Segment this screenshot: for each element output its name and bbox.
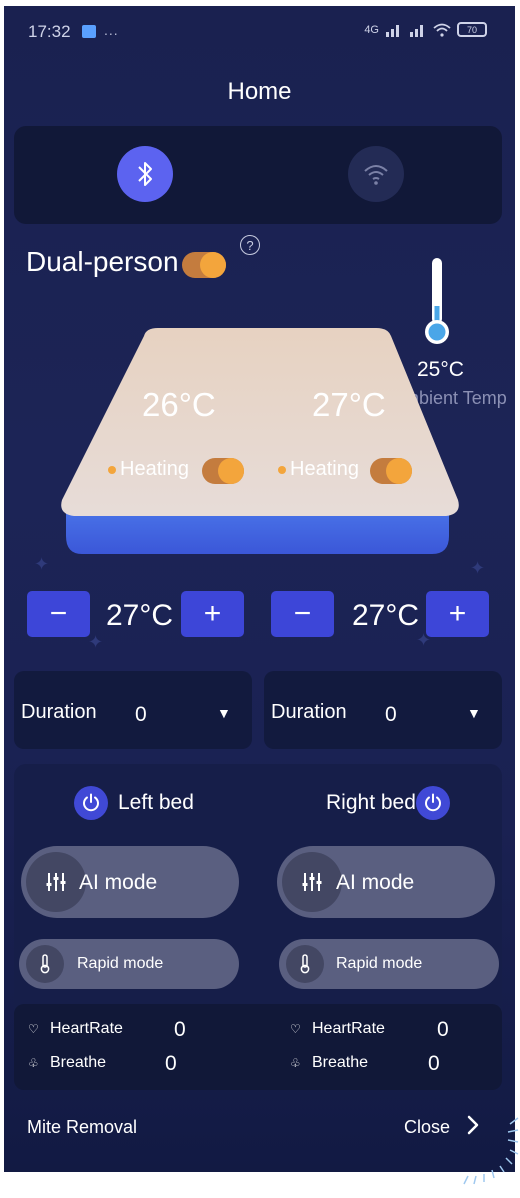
network-type: 4G xyxy=(364,23,379,36)
mite-removal-label: Mite Removal xyxy=(27,1117,138,1137)
star-decoration: ✦ xyxy=(470,558,486,578)
bluetooth-button[interactable] xyxy=(117,146,173,202)
duration-value: 0 xyxy=(135,703,147,726)
duration-label: Duration xyxy=(21,701,97,723)
duration-value: 0 xyxy=(385,703,397,726)
page-title: Home xyxy=(227,78,292,105)
left-heartrate-label: HeartRate xyxy=(50,1020,123,1037)
status-indicators: 4G 70 xyxy=(364,22,487,37)
thermometer-small-icon xyxy=(286,945,324,983)
right-bed-label: Right bed xyxy=(326,791,416,814)
caret-down-icon: ▼ xyxy=(467,705,481,721)
toggle-knob xyxy=(218,458,244,484)
star-decoration: ✦ xyxy=(88,632,104,652)
right-duration-select[interactable]: Duration 0 ▼ xyxy=(264,671,502,749)
battery-icon: 70 xyxy=(457,22,487,37)
toggle-knob xyxy=(200,252,226,278)
right-heating-toggle[interactable] xyxy=(370,458,412,484)
left-heartrate-value: 0 xyxy=(174,1018,186,1041)
lungs-icon: ♧ xyxy=(28,1056,39,1070)
left-target-temp: 27°C xyxy=(106,599,174,632)
right-rapid-mode-label: Rapid mode xyxy=(336,955,423,972)
left-temp-plus-button[interactable]: + xyxy=(181,591,244,637)
left-heating-label: Heating xyxy=(120,458,189,480)
star-decoration: ✦ xyxy=(34,554,50,574)
signal-icon xyxy=(386,24,399,37)
app-screen: 17:32 ... 4G 70 Home Dual-person ? 25°C … xyxy=(4,6,515,1172)
dual-person-label: Dual-person xyxy=(26,246,179,277)
thermometer-small-icon xyxy=(26,945,64,983)
right-heating-label: Heating xyxy=(290,458,359,480)
caret-down-icon: ▼ xyxy=(217,705,231,721)
bed-illustration xyxy=(61,328,459,554)
left-breathe-label: Breathe xyxy=(50,1054,107,1071)
connection-card xyxy=(14,126,502,224)
status-time: 17:32 xyxy=(28,22,71,41)
sliders-icon xyxy=(282,852,342,912)
vitals-panel xyxy=(14,1004,502,1090)
question-icon[interactable]: ? xyxy=(240,235,260,255)
lungs-icon: ♧ xyxy=(290,1056,301,1070)
right-bed-temp: 27°C xyxy=(312,386,386,423)
left-heating-indicator xyxy=(108,466,116,474)
right-heartrate-label: HeartRate xyxy=(312,1020,385,1037)
signal-icon-2 xyxy=(410,24,423,37)
dual-person-toggle[interactable] xyxy=(182,252,226,278)
left-heating-toggle[interactable] xyxy=(202,458,244,484)
right-ai-mode-label: AI mode xyxy=(336,871,415,894)
left-bed-power-button[interactable] xyxy=(74,786,108,820)
mite-removal-row[interactable]: Mite Removal Close xyxy=(4,1102,515,1152)
left-bed-temp: 26°C xyxy=(142,386,216,423)
heart-icon: ♡ xyxy=(290,1022,301,1036)
toggle-knob xyxy=(386,458,412,484)
left-duration-select[interactable]: Duration 0 ▼ xyxy=(14,671,252,749)
duration-label: Duration xyxy=(271,701,347,723)
corner-decoration xyxy=(463,1117,519,1185)
right-temp-plus-button[interactable]: + xyxy=(426,591,489,637)
right-breathe-value: 0 xyxy=(428,1052,440,1075)
wifi-icon xyxy=(364,165,388,185)
right-heartrate-value: 0 xyxy=(437,1018,449,1041)
right-temp-minus-button[interactable]: − xyxy=(271,591,334,637)
left-breathe-value: 0 xyxy=(165,1052,177,1075)
left-ai-mode-label: AI mode xyxy=(79,871,158,894)
left-bed-label: Left bed xyxy=(118,791,194,814)
right-heating-indicator xyxy=(278,466,286,474)
left-rapid-mode-label: Rapid mode xyxy=(77,955,164,972)
sliders-icon xyxy=(26,852,86,912)
heart-icon: ♡ xyxy=(28,1022,39,1036)
gallery-icon xyxy=(82,25,96,38)
wifi-status-icon xyxy=(433,23,451,37)
power-icon xyxy=(425,793,441,812)
right-target-temp: 27°C xyxy=(352,599,420,632)
wifi-button[interactable] xyxy=(348,146,404,202)
right-breathe-label: Breathe xyxy=(312,1054,369,1071)
left-temp-minus-button[interactable]: − xyxy=(27,591,90,637)
mite-removal-status: Close xyxy=(404,1117,451,1137)
status-bar: 17:32 ... 4G 70 xyxy=(4,6,515,56)
right-bed-power-button[interactable] xyxy=(416,786,450,820)
power-icon xyxy=(83,793,99,812)
status-dots: ... xyxy=(104,22,119,38)
bluetooth-icon xyxy=(138,162,152,186)
